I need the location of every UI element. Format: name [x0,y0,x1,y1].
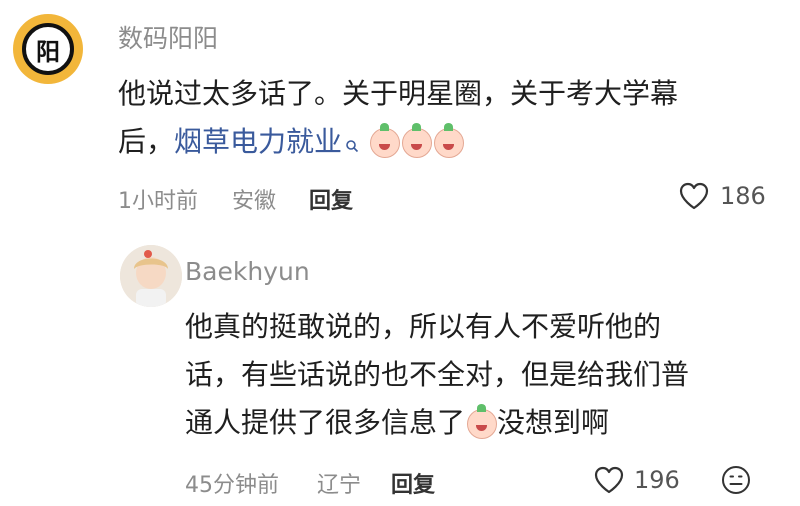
heart-icon[interactable] [678,181,710,211]
reply-line-3-suffix: 没想到啊 [497,406,610,439]
like-count: 196 [634,466,680,494]
comment-body: 他说过太多话了。关于明星圈，关于考大学幕 后，烟草电力就业 [118,70,778,168]
emoji-reaction-icon[interactable] [720,464,752,496]
reply-button[interactable]: 回复 [391,467,435,499]
reply-location: 辽宁 [317,473,362,498]
reply-line-3: 通人提供了很多信息了 没想到啊 [185,399,785,447]
reply-line-2: 话，有些话说的也不全对，但是给我们普 [185,358,690,391]
heart-icon[interactable] [593,465,625,495]
comment-line-1: 他说过太多话了。关于明星圈，关于考大学幕 [118,77,679,110]
avatar[interactable]: 阳 [13,14,83,84]
search-icon[interactable] [345,120,359,168]
thinking-emoji-icon [467,404,498,439]
crying-emoji-icon [369,123,400,158]
crying-emoji-icon [401,123,432,158]
comment-time: 1小时前 [118,189,198,214]
reply-time: 45分钟前 [185,473,279,498]
like-count: 186 [720,182,766,210]
reply-username[interactable]: Baekhyun [185,257,310,286]
crying-emoji-icon [433,123,464,158]
comment-username[interactable]: 数码阳阳 [118,19,218,55]
reply-line-3-prefix: 通人提供了很多信息了 [185,406,466,439]
reply-line-1: 他真的挺敢说的，所以有人不爱听他的 [185,310,662,343]
comment-location: 安徽 [232,189,277,214]
search-link[interactable]: 烟草电力就业 [174,125,342,158]
avatar[interactable] [120,245,182,307]
reply-body: 他真的挺敢说的，所以有人不爱听他的 话，有些话说的也不全对，但是给我们普 通人提… [185,303,785,447]
reply-button[interactable]: 回复 [309,183,353,215]
comment-line-2-prefix: 后， [118,125,175,158]
comment-line-2: 后，烟草电力就业 [118,118,778,168]
avatar-glyph: 阳 [22,23,74,75]
